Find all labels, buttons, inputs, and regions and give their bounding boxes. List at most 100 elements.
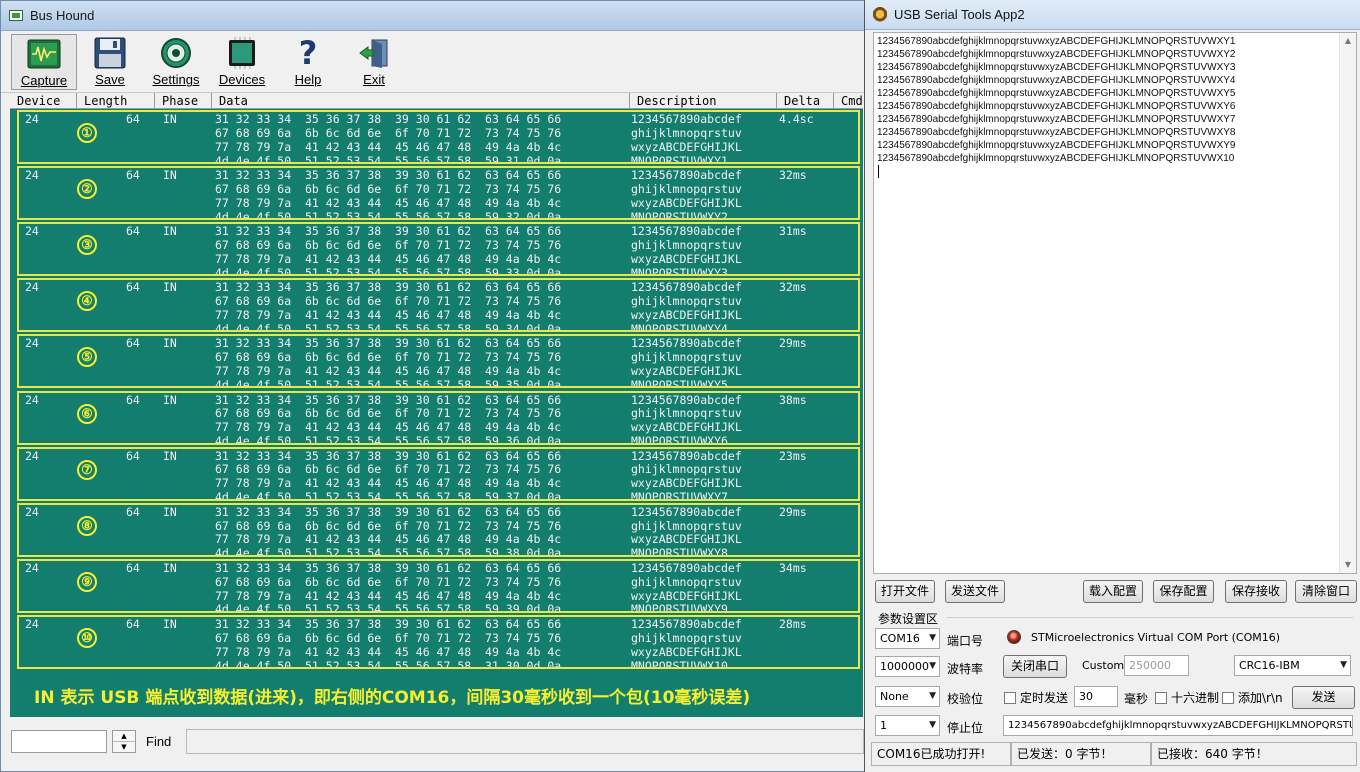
record-number-badge: ⑥ — [77, 403, 97, 424]
record-description-line: ghijklmnopqrstuv — [631, 574, 742, 589]
send-button[interactable]: 发送 — [1292, 686, 1355, 709]
record-data-line: 67 68 69 6a 6b 6c 6d 6e 6f 70 71 72 73 7… — [215, 181, 562, 196]
record-data-line: 31 32 33 34 35 36 37 38 39 30 61 62 63 6… — [215, 224, 562, 239]
custom-label: Custom — [1082, 659, 1125, 672]
record-phase: IN — [163, 224, 177, 239]
capture-record[interactable]: 24 64 IN 31 32 33 34 35 36 37 38 39 30 61 6… — [17, 446, 860, 501]
record-data-line: 77 78 79 7a 41 42 43 44 45 46 47 48 49 4… — [215, 364, 562, 379]
usb-serial-tools-window: USB Serial Tools App2 1234567890abcdefgh… — [864, 0, 1360, 772]
hex-checkbox[interactable]: 十六进制 — [1155, 689, 1219, 706]
gear-icon — [159, 36, 193, 70]
parity-select[interactable]: None ▼ — [875, 686, 940, 707]
record-description-line: MNOPQRSTUVWXY8.. — [631, 546, 742, 557]
timer-interval-input[interactable]: 30 — [1074, 686, 1118, 707]
record-description-line: ghijklmnopqrstuv — [631, 125, 742, 140]
params-group-title: 参数设置区 — [878, 612, 939, 626]
baud-label: 波特率 — [947, 662, 984, 676]
clear-window-button[interactable]: 清除窗口 — [1295, 580, 1357, 603]
exit-door-icon — [357, 36, 391, 70]
record-delta: 28ms — [779, 616, 807, 631]
column-phase[interactable]: Phase — [155, 93, 212, 108]
capture-record[interactable]: 24 64 IN 31 32 33 34 35 36 37 38 39 30 61 6… — [17, 110, 860, 164]
capture-record[interactable]: 24 64 IN 31 32 33 34 35 36 37 38 39 30 61 6… — [17, 166, 860, 221]
capture-grid[interactable]: 24 64 IN 31 32 33 34 35 36 37 38 39 30 61 6… — [10, 109, 863, 717]
baud-select[interactable]: 1000000 ▼ — [875, 656, 940, 677]
stop-bits-select[interactable]: 1 ▼ — [875, 715, 940, 736]
record-description-line: 1234567890abcdef — [631, 280, 742, 295]
record-length: 64 — [126, 448, 140, 463]
crlf-checkbox[interactable]: 添加\r\n — [1222, 689, 1283, 706]
record-length: 64 — [126, 560, 140, 575]
capture-button[interactable]: Capture — [11, 34, 77, 90]
column-cmd[interactable]: Cmd — [834, 93, 863, 108]
record-delta: 32ms — [779, 280, 807, 295]
column-delta[interactable]: Delta — [777, 93, 834, 108]
record-phase: IN — [163, 504, 177, 519]
spin-up-icon[interactable]: ▲ — [113, 731, 135, 742]
record-data-line: 67 68 69 6a 6b 6c 6d 6e 6f 70 71 72 73 7… — [215, 406, 562, 421]
devices-button[interactable]: Devices — [209, 34, 275, 90]
capture-record[interactable]: 24 64 IN 31 32 33 34 35 36 37 38 39 30 61 6… — [17, 502, 860, 557]
capture-record[interactable]: 24 64 IN 31 32 33 34 35 36 37 38 39 30 61 6… — [17, 334, 860, 389]
record-description-line: 1234567890abcdef — [631, 224, 742, 239]
checkbox-icon — [1004, 691, 1016, 704]
stop-bits-value: 1 — [880, 719, 887, 732]
port-device-name: STMicroelectronics Virtual COM Port (COM… — [1031, 631, 1281, 644]
floppy-disk-icon — [93, 36, 127, 70]
chevron-down-icon: ▼ — [929, 691, 936, 701]
capture-record[interactable]: 24 64 IN 31 32 33 34 35 36 37 38 39 30 61 6… — [17, 614, 860, 669]
settings-button[interactable]: Settings — [143, 34, 209, 90]
serial-titlebar[interactable]: USB Serial Tools App2 — [865, 0, 1360, 30]
exit-button[interactable]: Exit — [341, 34, 407, 90]
column-length[interactable]: Length — [77, 93, 155, 108]
record-number-badge: ⑧ — [77, 515, 97, 536]
column-data[interactable]: Data — [212, 93, 630, 108]
save-config-button[interactable]: 保存配置 — [1153, 580, 1214, 603]
status-bytes-sent: 已发送：0 字节！ — [1011, 742, 1151, 766]
record-delta: 4.4sc — [779, 112, 814, 126]
scroll-up-icon[interactable]: ▲ — [1340, 33, 1356, 49]
checkbox-icon — [1222, 691, 1234, 704]
record-data-line: 77 78 79 7a 41 42 43 44 45 46 47 48 49 4… — [215, 308, 562, 323]
help-button[interactable]: ? Help — [275, 34, 341, 90]
capture-record[interactable]: 24 64 IN 31 32 33 34 35 36 37 38 39 30 61 6… — [17, 278, 860, 333]
open-file-button[interactable]: 打开文件 — [875, 580, 935, 603]
record-data-line: 4d 4e 4f 50 51 52 53 54 55 56 57 58 59 3… — [215, 378, 562, 389]
find-input[interactable] — [11, 730, 107, 753]
crc-select[interactable]: CRC16-IBM ▼ — [1234, 655, 1351, 676]
load-config-button[interactable]: 载入配置 — [1083, 580, 1143, 603]
record-data-line: 31 32 33 34 35 36 37 38 39 30 61 62 63 6… — [215, 392, 562, 407]
record-data-line: 4d 4e 4f 50 51 52 53 54 55 56 57 58 59 3… — [215, 265, 562, 277]
record-phase: IN — [163, 616, 177, 631]
receive-scrollbar[interactable]: ▲ ▼ — [1339, 33, 1356, 573]
receive-textarea[interactable]: 1234567890abcdefghijklmnopqrstuvwxyzABCD… — [873, 32, 1357, 574]
send-text-input[interactable]: 1234567890abcdefghijklmnopqrstuvwxyzABCD… — [1003, 715, 1353, 736]
record-data-line: 67 68 69 6a 6b 6c 6d 6e 6f 70 71 72 73 7… — [215, 518, 562, 533]
timer-send-checkbox[interactable]: 定时发送 — [1004, 689, 1068, 706]
serial-title: USB Serial Tools App2 — [894, 7, 1025, 22]
send-file-button[interactable]: 发送文件 — [945, 580, 1005, 603]
save-receive-button[interactable]: 保存接收 — [1225, 580, 1287, 603]
scroll-down-icon[interactable]: ▼ — [1340, 557, 1356, 573]
port-select[interactable]: COM16 ▼ — [875, 628, 940, 649]
record-description-line: MNOPQRSTUVWXY1.. — [631, 153, 742, 164]
capture-record[interactable]: 24 64 IN 31 32 33 34 35 36 37 38 39 30 61 6… — [17, 222, 860, 277]
bus-hound-titlebar[interactable]: Bus Hound — [1, 1, 865, 31]
received-line: 1234567890abcdefghijklmnopqrstuvwxyzABCD… — [877, 36, 1236, 47]
record-data-line: 4d 4e 4f 50 51 52 53 54 55 56 57 58 59 3… — [215, 434, 562, 445]
column-device[interactable]: Device — [10, 93, 77, 108]
chip-icon — [225, 36, 259, 70]
find-label: Find — [146, 734, 172, 749]
record-description-line: wxyzABCDEFGHIJKL — [631, 476, 742, 491]
custom-baud-input[interactable]: 250000 — [1124, 655, 1189, 676]
column-description[interactable]: Description — [630, 93, 777, 108]
record-length: 64 — [126, 224, 140, 239]
find-spinner[interactable]: ▲ ▼ — [112, 730, 136, 753]
baud-value: 1000000 — [880, 660, 929, 673]
spin-down-icon[interactable]: ▼ — [113, 742, 135, 753]
close-port-button[interactable]: 关闭串口 — [1003, 655, 1067, 678]
capture-record[interactable]: 24 64 IN 31 32 33 34 35 36 37 38 39 30 61 6… — [17, 390, 860, 445]
record-description-line: ghijklmnopqrstuv — [631, 181, 742, 196]
save-button[interactable]: Save — [77, 34, 143, 90]
capture-record[interactable]: 24 64 IN 31 32 33 34 35 36 37 38 39 30 61 6… — [17, 558, 860, 613]
